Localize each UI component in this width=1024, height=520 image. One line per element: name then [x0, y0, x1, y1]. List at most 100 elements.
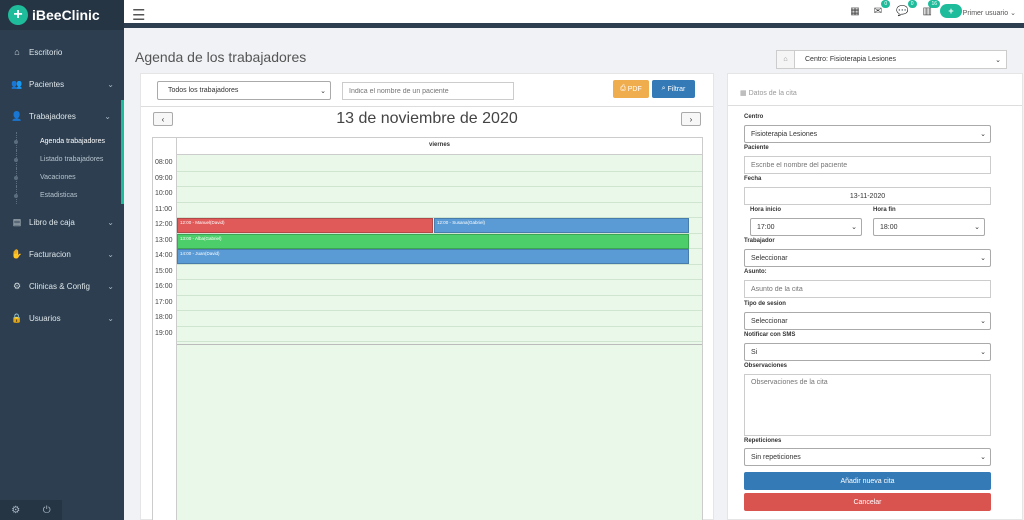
trabajador-select[interactable]: Seleccionar ⌄ — [744, 249, 991, 267]
sidebar-nav-lower: ▤ Libro de caja ⌄ ✋ Facturacion ⌄ ⚙ Clin… — [0, 206, 124, 334]
observaciones-textarea[interactable] — [744, 374, 991, 436]
pdf-button[interactable]: ⎙ PDF — [613, 80, 649, 98]
prev-day-button[interactable]: ‹ — [153, 112, 173, 126]
hamburger-menu-icon[interactable]: ☰ — [132, 6, 145, 24]
time-label: 13:00 — [155, 236, 173, 244]
sidebar-subitem-listado[interactable]: Listado trabajadores — [0, 150, 121, 168]
sidebar-subitem-agenda[interactable]: Agenda trabajadores — [0, 132, 121, 150]
badge-comments: 0 — [907, 0, 917, 8]
filter-button[interactable]: ⌕ Filtrar — [652, 80, 695, 98]
centro-label: Centro — [744, 114, 764, 120]
calendar-event[interactable]: 13:00 - Alba(Gabriel) — [177, 233, 689, 249]
add-appointment-button[interactable]: Añadir nueva cita — [744, 472, 991, 490]
day-header: viernes — [176, 138, 702, 155]
chevron-down-icon: ⌄ — [980, 454, 986, 461]
money-icon: ▤ — [12, 216, 22, 227]
sidebar-subitem-estadisticas[interactable]: Estadisticas — [0, 186, 121, 204]
sidebar-footer: ⚙ ⏻ — [0, 500, 62, 520]
sidebar-item-label: Clinicas & Config — [29, 281, 90, 291]
chevron-down-icon: ⌄ — [1010, 10, 1016, 17]
paciente-input[interactable] — [744, 156, 991, 174]
asunto-label: Asunto: — [744, 269, 767, 275]
hora-fin-select[interactable]: 18:00 ⌄ — [873, 218, 985, 236]
calendar-icon: ▦ — [740, 90, 749, 97]
brand[interactable]: + iBeeClinic — [0, 0, 124, 30]
comments-icon[interactable]: 💬 0 — [896, 0, 917, 17]
envelope-icon[interactable]: ✉ 0 — [874, 0, 891, 17]
chevron-right-icon: › — [689, 114, 693, 124]
form-header-label: Datos de la cita — [748, 90, 797, 97]
time-label: 19:00 — [155, 329, 173, 337]
sidebar-item-escritorio[interactable]: ⌂ Escritorio — [0, 36, 124, 68]
sidebar-item-usuarios[interactable]: 🔒 Usuarios ⌄ — [0, 302, 124, 334]
cloud-plus-icon[interactable]: + — [940, 4, 962, 18]
chevron-down-icon: ⌄ — [980, 349, 986, 356]
centro-select[interactable]: Fisioterapia Lesiones ⌄ — [744, 125, 991, 143]
user-menu[interactable]: Primer usuario ⌄ — [963, 9, 1016, 17]
calendar-event[interactable]: 12:00 - Manuel(David) — [177, 218, 433, 233]
sidebar-nav: ⌂ Escritorio 👥 Pacientes ⌄ 👤 Trabajadore… — [0, 36, 124, 132]
paciente-label: Paciente — [744, 145, 769, 151]
center-select[interactable]: ⌂ Centro: Fisioterapia Lesiones ⌄ — [776, 50, 1007, 69]
sidebar-item-label: Pacientes — [29, 79, 65, 89]
calendar-body[interactable]: 12:00 - Manuel(David) 12:00 - Susana(Gabr… — [176, 155, 702, 520]
tasks-icon[interactable]: ▥ 16 — [923, 0, 940, 17]
sidebar-item-clinicas-config[interactable]: ⚙ Clinicas & Config ⌄ — [0, 270, 124, 302]
chevron-down-icon: ⌄ — [107, 249, 114, 259]
worker-filter-value: Todos los trabajadores — [168, 87, 239, 94]
settings-gear-icon[interactable]: ⚙ — [11, 505, 20, 516]
power-icon[interactable]: ⏻ — [43, 505, 51, 516]
hour-row-line — [177, 279, 702, 280]
sidebar-item-pacientes[interactable]: 👥 Pacientes ⌄ — [0, 68, 124, 100]
cancel-button[interactable]: Cancelar — [744, 493, 991, 511]
sidebar-subnav: Agenda trabajadores Listado trabajadores… — [0, 132, 124, 204]
repeticiones-select[interactable]: Sin repeticiones ⌄ — [744, 448, 991, 466]
chevron-down-icon: ⌄ — [107, 281, 114, 291]
sidebar-subitem-vacaciones[interactable]: Vacaciones — [0, 168, 121, 186]
trabajador-label: Trabajador — [744, 238, 775, 244]
sidebar-item-label: Trabajadores — [29, 111, 76, 121]
page-title: Agenda de los trabajadores — [135, 49, 307, 65]
sms-select[interactable]: Si ⌄ — [744, 343, 991, 361]
chevron-down-icon: ⌄ — [107, 313, 114, 323]
handshake-icon: ✋ — [11, 248, 23, 259]
time-label: 12:00 — [155, 221, 173, 228]
chevron-down-icon: ⌄ — [995, 56, 1001, 64]
tipo-sesion-label: Tipo de sesion — [744, 301, 786, 307]
time-label: 09:00 — [155, 174, 173, 182]
gears-icon: ⚙ — [12, 280, 22, 291]
calendar-event[interactable]: 14:00 - Juan(David) — [177, 249, 689, 264]
asunto-input[interactable] — [744, 280, 991, 298]
centro-select-value: Fisioterapia Lesiones — [751, 130, 818, 138]
time-label: 11:00 — [155, 205, 172, 213]
worker-filter-select[interactable]: Todos los trabajadores ⌄ — [157, 81, 331, 100]
sidebar-item-trabajadores[interactable]: 👤 Trabajadores ⌄ — [0, 100, 124, 132]
patient-search-input[interactable] — [342, 82, 514, 100]
calendar-event[interactable]: 12:00 - Susana(Gabriel) — [434, 218, 689, 233]
chevron-down-icon: ⌄ — [980, 318, 986, 325]
fecha-label: Fecha — [744, 176, 762, 182]
brand-cross-icon: + — [8, 5, 28, 25]
tipo-sesion-select[interactable]: Seleccionar ⌄ — [744, 312, 991, 330]
hora-inicio-select[interactable]: 17:00 ⌄ — [750, 218, 862, 236]
sms-label: Notificar con SMS — [744, 332, 796, 338]
topbar: ☰ ▦ ✉ 0 💬 0 ▥ 16 + Primer usuario ⌄ — [124, 0, 1024, 28]
calendar-date-title: 13 de noviembre de 2020 — [336, 110, 518, 127]
next-day-button[interactable]: › — [681, 112, 701, 126]
sidebar-item-libro-caja[interactable]: ▤ Libro de caja ⌄ — [0, 206, 124, 238]
calendar-icon[interactable]: ▦ — [850, 6, 859, 17]
sidebar: + iBeeClinic ⌂ Escritorio 👥 Pacientes ⌄ … — [0, 0, 124, 520]
chevron-down-icon: ⌄ — [980, 255, 986, 262]
hour-row-line — [177, 325, 702, 327]
sidebar-item-label: Usuarios — [29, 313, 61, 323]
sidebar-item-label: Escritorio — [29, 47, 63, 57]
hour-row-line — [177, 294, 702, 296]
tipo-sesion-value: Seleccionar — [751, 317, 788, 325]
user-tie-icon: 👤 — [11, 110, 23, 121]
repeticiones-select-value: Sin repeticiones — [751, 453, 801, 461]
time-label: 17:00 — [155, 298, 173, 306]
trabajador-select-value: Seleccionar — [751, 254, 788, 262]
sidebar-item-label: Facturacion — [29, 249, 71, 259]
fecha-input[interactable] — [744, 187, 991, 205]
sidebar-item-facturacion[interactable]: ✋ Facturacion ⌄ — [0, 238, 124, 270]
